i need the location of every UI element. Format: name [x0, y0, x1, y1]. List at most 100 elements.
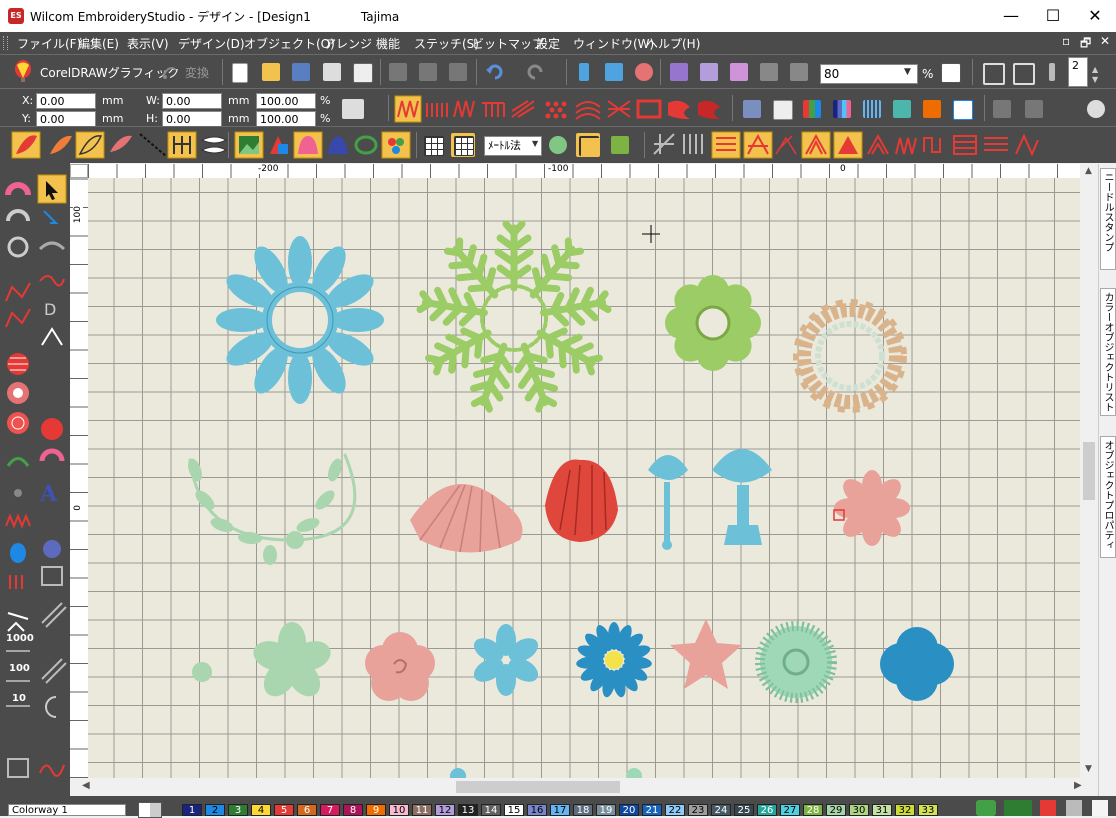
- send-to-machine-button[interactable]: [572, 60, 596, 84]
- redo-button[interactable]: [524, 60, 548, 84]
- tan-bead-ring-motif[interactable]: [793, 299, 907, 413]
- menu-view[interactable]: 表示(V): [127, 35, 169, 52]
- stitch-length-1000[interactable]: 1000: [6, 633, 34, 644]
- sage-laurel-motif[interactable]: [185, 453, 357, 565]
- tiny-sage-flower-motif[interactable]: [192, 662, 212, 682]
- save-button[interactable]: [289, 60, 313, 84]
- scroll-up-icon[interactable]: ▲: [1085, 166, 1092, 176]
- show-objects-button[interactable]: [727, 60, 751, 84]
- blue-star-flower-motif[interactable]: [470, 624, 542, 696]
- thread-swatch[interactable]: 6: [297, 804, 317, 816]
- thread-swatch[interactable]: 29: [826, 804, 846, 816]
- print-preview-button[interactable]: [350, 60, 374, 84]
- height-percent-input[interactable]: 100.00: [256, 111, 316, 127]
- thread-swatch[interactable]: 19: [596, 804, 616, 816]
- coreldraw-graphics-label[interactable]: CorelDRAWグラフィック: [40, 64, 179, 81]
- show-grid-button[interactable]: [1040, 60, 1064, 84]
- show-outlines-button[interactable]: [757, 60, 781, 84]
- spin-down-icon[interactable]: ▼: [1092, 75, 1098, 84]
- thread-swatch[interactable]: 24: [711, 804, 731, 816]
- grid-button[interactable]: [421, 133, 445, 157]
- thread-swatch[interactable]: 4: [251, 804, 271, 816]
- snap-grid-button[interactable]: [451, 133, 475, 157]
- thread-swatch[interactable]: 11: [412, 804, 432, 816]
- thread-swatch[interactable]: 25: [734, 804, 754, 816]
- new-file-button[interactable]: [229, 60, 253, 84]
- width-percent-input[interactable]: 100.00: [256, 93, 316, 109]
- blue-tassel-small-motif[interactable]: [648, 455, 688, 550]
- teal-quatrefoil-motif[interactable]: [880, 627, 954, 701]
- menu-arrange[interactable]: アレンジ: [324, 35, 372, 52]
- menu-bitmap[interactable]: ビットマップ: [472, 35, 544, 52]
- horizontal-scrollbar[interactable]: ◀ ▶: [70, 778, 1098, 796]
- menu-settings[interactable]: 設定: [536, 35, 560, 52]
- colorway-select[interactable]: Colorway 1: [8, 804, 126, 816]
- open-folder-button[interactable]: [259, 60, 283, 84]
- salmon-rose-motif[interactable]: [365, 632, 435, 701]
- show-stitches-button[interactable]: [697, 60, 721, 84]
- people-button[interactable]: [890, 97, 914, 121]
- show-needle-points-button[interactable]: [667, 60, 691, 84]
- thread-swatch[interactable]: 8: [343, 804, 363, 816]
- maximize-button[interactable]: ☐: [1030, 0, 1076, 32]
- thread-swatch[interactable]: 5: [274, 804, 294, 816]
- thread-swatch[interactable]: 30: [849, 804, 869, 816]
- height-input[interactable]: 0.00: [162, 111, 222, 127]
- scroll-right-icon[interactable]: ▶: [1074, 780, 1082, 791]
- menu-design[interactable]: デザイン(D): [178, 35, 245, 52]
- thread-chart-icon[interactable]: [1004, 800, 1032, 816]
- embroidery-tool-button[interactable]: [740, 97, 764, 121]
- thread-swatch[interactable]: 17: [550, 804, 570, 816]
- mirror-horizontal-button[interactable]: [990, 97, 1014, 121]
- print-button[interactable]: [320, 60, 344, 84]
- lock-proportions-icon[interactable]: [342, 99, 364, 119]
- measure-button[interactable]: [546, 133, 570, 157]
- vertical-scroll-thumb[interactable]: [1083, 442, 1095, 500]
- menu-file[interactable]: ファイル(F): [17, 35, 81, 52]
- color-bars-button[interactable]: [830, 97, 854, 121]
- sage-flower-motif[interactable]: [250, 622, 335, 703]
- zoom-fit-button[interactable]: [1010, 60, 1035, 85]
- add-color-icon[interactable]: [976, 800, 996, 816]
- design-canvas[interactable]: [88, 178, 1080, 778]
- show-bitmaps-button[interactable]: [787, 60, 811, 84]
- search-button[interactable]: [1084, 97, 1108, 121]
- menu-stitch[interactable]: ステッチ(S): [414, 35, 479, 52]
- undo-button[interactable]: [482, 60, 506, 84]
- menu-window[interactable]: ウィンドウ(W): [573, 35, 654, 52]
- thread-swatch[interactable]: 21: [642, 804, 662, 816]
- color-bars-icon[interactable]: [1040, 800, 1056, 816]
- thread-swatch[interactable]: 23: [688, 804, 708, 816]
- thread-swatch[interactable]: 2: [205, 804, 225, 816]
- needle-icon[interactable]: [1066, 800, 1082, 816]
- salmon-flower-large-motif[interactable]: [834, 470, 910, 546]
- thread-swatch[interactable]: 27: [780, 804, 800, 816]
- ruler-corner[interactable]: [70, 164, 88, 178]
- zoom-box-button[interactable]: [980, 60, 1005, 85]
- horizontal-scroll-thumb[interactable]: [456, 781, 620, 793]
- mdi-close-button[interactable]: ✕: [1100, 34, 1110, 48]
- card-reader-button[interactable]: [602, 60, 626, 84]
- paste-button[interactable]: [446, 60, 470, 84]
- green-fern-wreath-motif[interactable]: [419, 224, 610, 412]
- docker-tab-needle-stamp[interactable]: ニードルスタンプ: [1100, 168, 1116, 270]
- menu-object[interactable]: オブジェクト(O): [244, 35, 335, 52]
- blue-leaf-wreath-motif[interactable]: [216, 236, 384, 404]
- thread-swatch[interactable]: 28: [803, 804, 823, 816]
- docker-tab-color-object-list[interactable]: カラーオブジェクトリスト: [1100, 288, 1116, 416]
- thread-swatch[interactable]: 31: [872, 804, 892, 816]
- docker-tab-object-properties[interactable]: オブジェクトプロパティ: [1100, 436, 1116, 558]
- thread-colors-button[interactable]: [632, 60, 656, 84]
- stamp-button[interactable]: [920, 97, 944, 121]
- thread-swatch[interactable]: 13: [458, 804, 478, 816]
- thread-swatch[interactable]: 15: [504, 804, 524, 816]
- thread-swatch[interactable]: 26: [757, 804, 777, 816]
- menu-functions[interactable]: 機能: [376, 35, 400, 52]
- spin-up-icon[interactable]: ▲: [1092, 65, 1098, 74]
- thread-swatch[interactable]: 18: [573, 804, 593, 816]
- thread-swatch[interactable]: 10: [389, 804, 409, 816]
- thread-swatch[interactable]: 14: [481, 804, 501, 816]
- zoom-options-button[interactable]: [938, 60, 962, 84]
- needle-dots-button[interactable]: [860, 97, 884, 121]
- menu-edit[interactable]: 編集(E): [78, 35, 119, 52]
